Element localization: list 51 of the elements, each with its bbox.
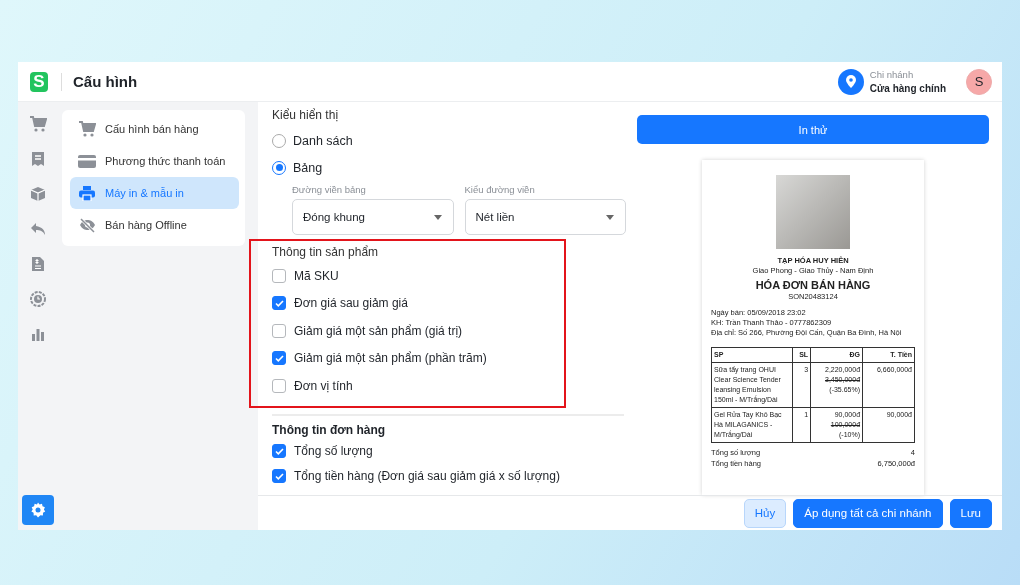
checkbox[interactable] (272, 378, 286, 393)
select-label: Đường viền bảng (292, 184, 367, 195)
bar-chart-icon (31, 326, 45, 341)
box-icon (30, 185, 46, 202)
section-title: Thông tin sản phẩm (272, 245, 380, 259)
section-title: Kiểu hiển thị (272, 108, 340, 122)
gauge-icon (30, 290, 46, 307)
settings-icon (30, 502, 46, 518)
page-title: Cấu hình (73, 73, 138, 90)
radio-label: Bảng (293, 160, 323, 175)
checkbox[interactable] (272, 268, 286, 283)
checkbox-label: Mã SKU (294, 268, 339, 283)
settings-menu-item[interactable]: Cấu hình bán hàng (70, 113, 239, 145)
location-pin-icon[interactable] (837, 68, 864, 95)
dropdown-select[interactable]: Đóng khung (292, 199, 454, 235)
app-logo: S (30, 71, 48, 92)
printer-icon (79, 185, 95, 201)
caret-icon (606, 214, 614, 220)
checkbox-label: Giảm giá một sản phẩm (phần trăm) (294, 351, 487, 366)
dropdown-select[interactable]: Nét liền (464, 199, 626, 235)
eye-off-icon (78, 217, 96, 233)
branch-label: Chi nhánh (869, 67, 915, 82)
checkbox-label: Giảm giá một sản phẩm (giá trị) (294, 323, 463, 338)
select-label: Kiểu đường viền (464, 184, 536, 195)
action-button[interactable]: Áp dụng tất cả chi nhánh (793, 498, 943, 528)
cart-icon (78, 121, 96, 137)
section-title: Thông tin đơn hàng (272, 422, 387, 437)
branch-name[interactable]: Cửa hàng chính (869, 81, 946, 96)
checkbox-label: Tổng tiền hàng (Đơn giá sau giảm giá x số lượng) (294, 469, 560, 483)
document-dollar-icon (31, 255, 45, 272)
checkbox-label: Đơn giá sau giảm giá (294, 296, 408, 311)
checkbox[interactable] (272, 469, 286, 483)
action-button[interactable]: Lưu (949, 498, 992, 528)
checkbox[interactable] (272, 444, 286, 458)
checkbox[interactable] (272, 323, 286, 338)
settings-menu-item[interactable]: Phương thức thanh toán (70, 145, 239, 177)
credit-card-icon (78, 154, 96, 168)
radio-label: Danh sách (293, 133, 353, 148)
reply-arrow-icon (30, 221, 46, 236)
user-avatar[interactable]: S (966, 68, 992, 95)
checkbox[interactable] (272, 351, 286, 366)
test-print-button[interactable]: In thử (637, 115, 989, 144)
settings-menu-item[interactable]: Bán hàng Offline (70, 209, 239, 241)
receipt-title: HÓA ĐƠN BÁN HÀNG (754, 278, 872, 292)
cart-icon (29, 115, 47, 132)
checkbox[interactable] (272, 296, 286, 311)
receipt-icon (31, 150, 45, 167)
checkbox-label: Tổng số lượng (294, 444, 373, 458)
sidebar-nav-button[interactable] (22, 495, 54, 525)
caret-icon (433, 214, 442, 220)
checkbox-label: Đơn vị tính (294, 378, 353, 393)
